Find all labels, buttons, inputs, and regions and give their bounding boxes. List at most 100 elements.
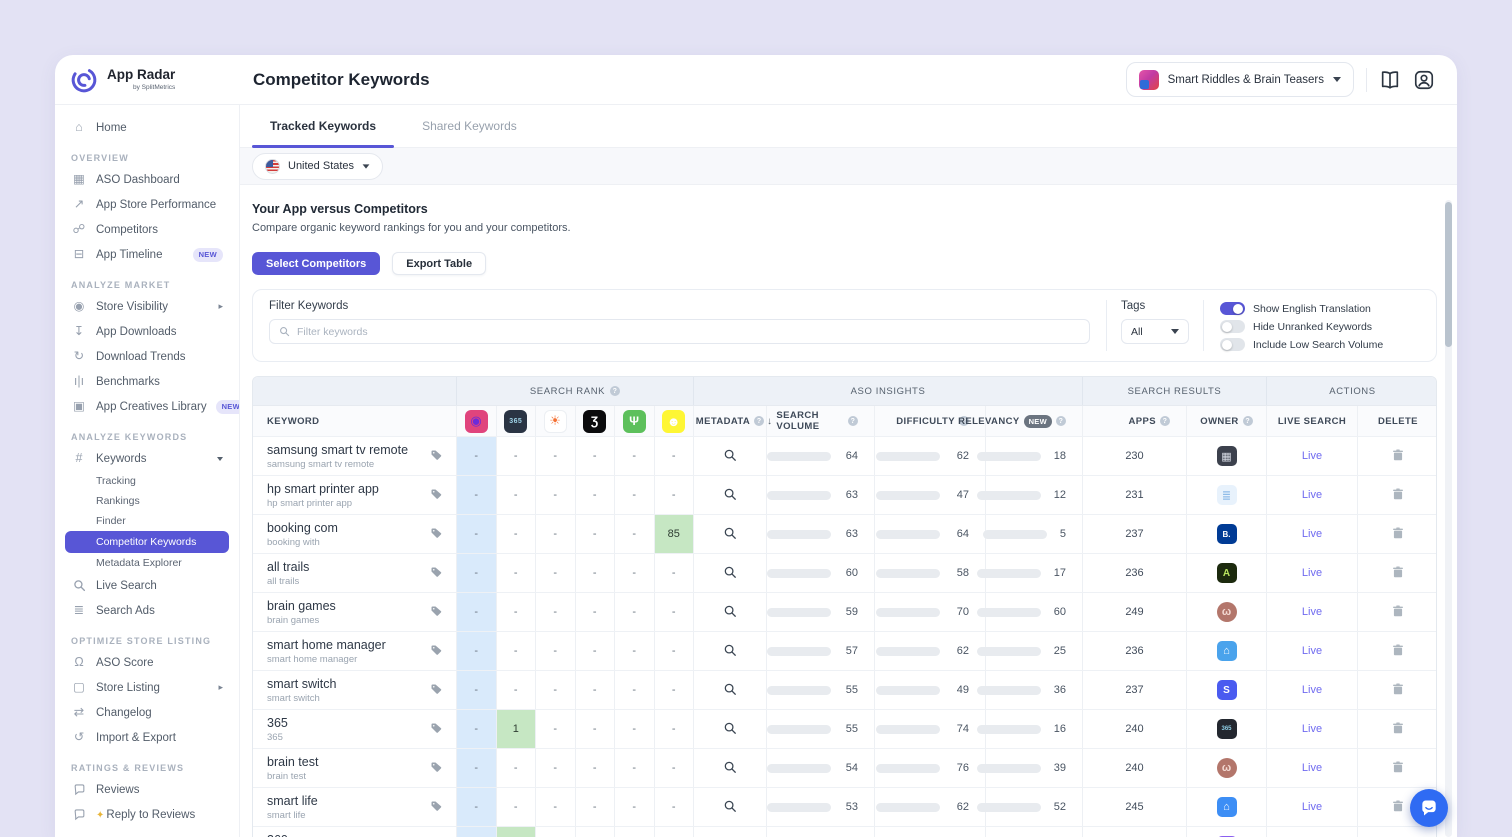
trash-icon[interactable] [1391,604,1405,621]
book-icon[interactable] [1379,69,1401,91]
metadata-search-icon[interactable] [723,760,737,777]
tag-icon[interactable] [430,761,442,776]
owner-app-icon-smart-switch[interactable]: S [1217,680,1237,700]
trash-icon[interactable] [1391,643,1405,660]
tag-icon[interactable] [430,722,442,737]
sidebar-item-finder[interactable]: Finder [65,511,229,531]
smart-riddles-app-icon[interactable]: ◉ [465,410,488,433]
metadata-search-icon[interactable] [723,604,737,621]
trash-icon[interactable] [1391,721,1405,738]
sidebar-item-import-export[interactable]: ↺ Import & Export [65,725,229,750]
info-icon[interactable]: ? [610,386,620,396]
sidebar-item-app-downloads[interactable]: ↧ App Downloads [65,319,229,344]
owner-app-icon-brain[interactable]: ω [1217,758,1237,778]
live-search-link[interactable]: Live [1302,723,1322,735]
tag-icon[interactable] [430,605,442,620]
trash-icon[interactable] [1391,448,1405,465]
live-search-link[interactable]: Live [1302,606,1322,618]
sidebar-item-rankings[interactable]: Rankings [65,491,229,511]
toggle-include-low-search-volume[interactable]: Include Low Search Volume [1220,338,1422,351]
trash-icon[interactable] [1391,799,1405,816]
tags-select[interactable]: All [1121,319,1189,344]
owner-app-icon-hp-printer[interactable]: ≣ [1217,485,1237,505]
sidebar-item-benchmarks[interactable]: ı|ı Benchmarks [65,369,229,394]
select-competitors-button[interactable]: Select Competitors [252,252,380,275]
info-icon[interactable]: ? [1056,416,1066,426]
owner-app-icon-smart-life[interactable]: ⌂ [1217,797,1237,817]
metadata-search-icon[interactable] [723,448,737,465]
sidebar-item-keywords[interactable]: # Keywords [65,446,229,471]
sidebar-item-home[interactable]: ⌂ Home [65,115,229,140]
info-icon[interactable]: ? [848,416,858,426]
account-icon[interactable] [1413,69,1435,91]
chat-fab-button[interactable] [1410,789,1448,827]
trash-icon[interactable] [1391,565,1405,582]
column-header-search-volume[interactable]: ↓SEARCH VOLUME? [766,406,874,436]
tag-icon[interactable] [430,527,442,542]
owner-app-icon-alltrails[interactable]: A [1217,563,1237,583]
sidebar-item-search-ads[interactable]: ≣ Search Ads [65,598,229,623]
toggle-switch[interactable] [1220,320,1245,333]
filter-keywords-input[interactable]: Filter keywords [269,319,1090,344]
toggle-switch[interactable] [1220,302,1245,315]
scrollbar-thumb[interactable] [1445,202,1452,347]
sidebar-item-competitors[interactable]: ☍ Competitors [65,217,229,242]
trash-icon[interactable] [1391,682,1405,699]
tag-icon[interactable] [430,566,442,581]
owner-app-icon-app-365[interactable]: 365 [1217,719,1237,739]
toggle-switch[interactable] [1220,338,1245,351]
metadata-search-icon[interactable] [723,487,737,504]
snapchat-app-icon[interactable]: ☻ [662,410,685,433]
live-search-link[interactable]: Live [1302,801,1322,813]
live-search-link[interactable]: Live [1302,528,1322,540]
sidebar-item-app-creatives-library[interactable]: ▣ App Creatives Library NEW [65,394,229,419]
tag-icon[interactable] [430,488,442,503]
metadata-search-icon[interactable] [723,799,737,816]
live-search-link[interactable]: Live [1302,645,1322,657]
metadata-search-icon[interactable] [723,643,737,660]
sun-app-icon[interactable]: ☀ [544,410,567,433]
sidebar-item-metadata-explorer[interactable]: Metadata Explorer [65,553,229,573]
sidebar-item-aso-score[interactable]: Ω ASO Score [65,650,229,675]
toggle-show-english-translation[interactable]: Show English Translation [1220,302,1422,315]
sidebar-item-app-store-performance[interactable]: ↗ App Store Performance [65,192,229,217]
sidebar-item-aso-dashboard[interactable]: ▦ ASO Dashboard [65,167,229,192]
deer-app-icon[interactable]: Ψ [623,410,646,433]
sidebar-item-store-listing[interactable]: ▢ Store Listing ▸ [65,675,229,700]
sidebar-item-store-visibility[interactable]: ◉ Store Visibility ▸ [65,294,229,319]
info-icon[interactable]: ? [754,416,764,426]
app-selector[interactable]: Smart Riddles & Brain Teasers [1126,62,1354,97]
live-search-link[interactable]: Live [1302,684,1322,696]
sidebar-item-tracking[interactable]: Tracking [65,471,229,491]
metadata-search-icon[interactable] [723,721,737,738]
live-search-link[interactable]: Live [1302,450,1322,462]
scrollbar-track[interactable] [1445,200,1452,837]
owner-app-icon-samsung-remote[interactable]: ▦ [1217,446,1237,466]
trash-icon[interactable] [1391,487,1405,504]
live-search-link[interactable]: Live [1302,567,1322,579]
tag-icon[interactable] [430,449,442,464]
sidebar-item-reply-to-reviews[interactable]: ✦Reply to Reviews [65,802,229,827]
metadata-search-icon[interactable] [723,682,737,699]
trash-icon[interactable] [1391,526,1405,543]
owner-app-icon-booking[interactable]: B. [1217,524,1237,544]
info-icon[interactable]: ? [1160,416,1170,426]
tag-icon[interactable] [430,800,442,815]
owner-app-icon-brain[interactable]: ω [1217,602,1237,622]
toggle-hide-unranked-keywords[interactable]: Hide Unranked Keywords [1220,320,1422,333]
sidebar-item-live-search[interactable]: Live Search [65,573,229,598]
sidebar-item-reviews[interactable]: Reviews [65,777,229,802]
trash-icon[interactable] [1391,760,1405,777]
info-icon[interactable]: ? [1243,416,1253,426]
owner-app-icon-smart-home[interactable]: ⌂ [1217,641,1237,661]
export-table-button[interactable]: Export Table [392,252,486,275]
country-selector[interactable]: United States [252,153,383,180]
sidebar-item-competitor-keywords[interactable]: Competitor Keywords [65,531,229,553]
metadata-search-icon[interactable] [723,565,737,582]
app-360-icon[interactable]: Ʒ [583,410,606,433]
tag-icon[interactable] [430,683,442,698]
live-search-link[interactable]: Live [1302,489,1322,501]
sidebar-item-changelog[interactable]: ⇄ Changelog [65,700,229,725]
metadata-search-icon[interactable] [723,526,737,543]
app-365-icon[interactable]: 365 [504,410,527,433]
